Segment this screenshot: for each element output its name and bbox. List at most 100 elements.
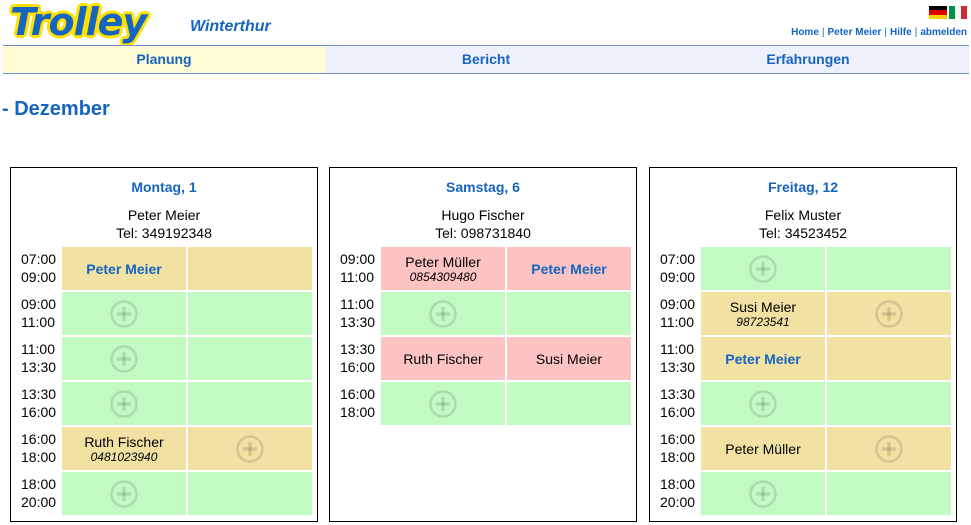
tab-bericht[interactable]: Bericht bbox=[325, 46, 647, 73]
leader-phone: Tel: 34523452 bbox=[759, 225, 847, 241]
participant-name: Ruth Fischer bbox=[84, 433, 164, 450]
month-title: - Dezember bbox=[2, 98, 110, 120]
add-booking-cell[interactable] bbox=[827, 427, 951, 470]
add-booking-cell[interactable] bbox=[381, 382, 505, 425]
slot-cell bbox=[188, 292, 312, 335]
slot-cell[interactable]: Peter Meier bbox=[507, 247, 631, 290]
slot-cell bbox=[507, 382, 631, 425]
time-slot: 09:00 11:00 bbox=[11, 292, 319, 335]
time-slot: 18:00 20:00 bbox=[11, 472, 319, 515]
german-flag-icon[interactable] bbox=[929, 6, 947, 19]
city-name: Winterthur bbox=[190, 18, 271, 35]
tab-planung[interactable]: Planung bbox=[3, 46, 325, 73]
time-slot: 11:00 13:30 bbox=[330, 292, 638, 335]
home-link[interactable]: Home bbox=[791, 27, 819, 38]
day-card: Freitag, 12 Felix Muster Tel: 34523452 07:0… bbox=[649, 167, 957, 522]
time-slot: 16:00 18:00 bbox=[330, 382, 638, 425]
add-circle-icon[interactable] bbox=[429, 389, 457, 418]
day-card: Montag, 1 Peter Meier Tel: 349192348 07:00 0… bbox=[10, 167, 318, 522]
day-title: Freitag, 12 bbox=[767, 179, 839, 195]
slot-cell bbox=[188, 382, 312, 425]
time-slot: 11:00 13:30 Peter Meier bbox=[650, 337, 958, 380]
add-booking-cell[interactable] bbox=[62, 292, 186, 335]
add-circle-icon[interactable] bbox=[749, 479, 777, 508]
leader-phone: Tel: 098731840 bbox=[435, 225, 531, 241]
time-slot: 13:30 16:00 Ruth Fischer Susi Meier bbox=[330, 337, 638, 380]
time-slot: 11:00 13:30 bbox=[11, 337, 319, 380]
participant-name: Ruth Fischer bbox=[403, 350, 483, 367]
add-circle-icon[interactable] bbox=[875, 434, 903, 463]
add-circle-icon[interactable] bbox=[110, 479, 138, 508]
participant-name-self[interactable]: Peter Meier bbox=[86, 261, 161, 277]
slot-cell bbox=[188, 337, 312, 380]
slot-cell bbox=[827, 247, 951, 290]
add-circle-icon[interactable] bbox=[749, 254, 777, 283]
shift-leader: Felix Muster Tel: 34523452 bbox=[650, 206, 956, 242]
time-slot: 16:00 18:00 Peter Müller bbox=[650, 427, 958, 470]
leader-name: Hugo Fischer bbox=[441, 207, 525, 223]
leader-name: Felix Muster bbox=[764, 207, 842, 223]
add-circle-icon[interactable] bbox=[429, 299, 457, 328]
slot-cell bbox=[507, 292, 631, 335]
participant-phone: 98723541 bbox=[736, 314, 790, 329]
slot-cell[interactable]: Peter Meier bbox=[701, 337, 825, 380]
add-booking-cell[interactable] bbox=[62, 382, 186, 425]
trolley-logo[interactable]: Trolley bbox=[10, 0, 147, 44]
time-slot: 13:30 16:00 bbox=[650, 382, 958, 425]
slot-cell bbox=[827, 472, 951, 515]
add-circle-icon[interactable] bbox=[110, 389, 138, 418]
participant-name-self[interactable]: Peter Meier bbox=[725, 351, 800, 367]
slot-cell[interactable]: Peter Müller 0854309480 bbox=[381, 247, 505, 290]
leader-name: Peter Meier bbox=[127, 207, 201, 223]
main-nav: Planung Bericht Erfahrungen bbox=[3, 45, 969, 74]
day-title: Montag, 1 bbox=[131, 179, 197, 195]
participant-name: Peter Müller bbox=[405, 253, 481, 270]
participant-name-self[interactable]: Peter Meier bbox=[531, 261, 606, 277]
slot-cell[interactable]: Peter Müller bbox=[701, 427, 825, 470]
user-profile-link[interactable]: Peter Meier bbox=[828, 27, 882, 38]
top-links: Home | Peter Meier | Hilfe | abmelden bbox=[791, 27, 967, 38]
add-booking-cell[interactable] bbox=[701, 247, 825, 290]
add-circle-icon[interactable] bbox=[110, 344, 138, 373]
add-circle-icon[interactable] bbox=[110, 299, 138, 328]
day-title: Samstag, 6 bbox=[446, 179, 520, 195]
shift-leader: Peter Meier Tel: 349192348 bbox=[11, 206, 317, 242]
add-booking-cell[interactable] bbox=[827, 292, 951, 335]
time-slot: 16:00 18:00 Ruth Fischer 0481023940 bbox=[11, 427, 319, 470]
add-booking-cell[interactable] bbox=[188, 427, 312, 470]
tab-erfahrungen[interactable]: Erfahrungen bbox=[647, 46, 969, 73]
participant-phone: 0481023940 bbox=[90, 449, 158, 464]
time-slot: 07:00 09:00 bbox=[650, 247, 958, 290]
logout-link[interactable]: abmelden bbox=[920, 27, 967, 38]
participant-name: Susi Meier bbox=[729, 298, 797, 315]
slot-cell bbox=[827, 337, 951, 380]
add-booking-cell[interactable] bbox=[701, 472, 825, 515]
add-booking-cell[interactable] bbox=[381, 292, 505, 335]
day-card: Samstag, 6 Hugo Fischer Tel: 098731840 09:0… bbox=[329, 167, 637, 522]
time-slot: 18:00 20:00 bbox=[650, 472, 958, 515]
shift-leader: Hugo Fischer Tel: 098731840 bbox=[330, 206, 636, 242]
slot-cell bbox=[188, 472, 312, 515]
slot-cell bbox=[188, 247, 312, 290]
add-booking-cell[interactable] bbox=[62, 337, 186, 380]
add-circle-icon[interactable] bbox=[236, 434, 264, 463]
add-booking-cell[interactable] bbox=[62, 472, 186, 515]
slot-cell[interactable]: Peter Meier bbox=[62, 247, 186, 290]
slot-cell[interactable]: Ruth Fischer bbox=[381, 337, 505, 380]
add-booking-cell[interactable] bbox=[701, 382, 825, 425]
add-circle-icon[interactable] bbox=[749, 389, 777, 418]
italian-flag-icon[interactable] bbox=[949, 6, 967, 19]
participant-phone: 0854309480 bbox=[409, 269, 477, 284]
time-slot: 09:00 11:00 Peter Müller 0854309480 Peter Me… bbox=[330, 247, 638, 290]
add-circle-icon[interactable] bbox=[875, 299, 903, 328]
participant-name: Susi Meier bbox=[535, 350, 603, 367]
slot-cell[interactable]: Susi Meier 98723541 bbox=[701, 292, 825, 335]
slot-cell[interactable]: Susi Meier bbox=[507, 337, 631, 380]
participant-name: Peter Müller bbox=[725, 440, 801, 457]
slot-cell bbox=[827, 382, 951, 425]
leader-phone: Tel: 349192348 bbox=[116, 225, 212, 241]
time-slot: 09:00 11:00 Susi Meier 98723541 bbox=[650, 292, 958, 335]
help-link[interactable]: Hilfe bbox=[890, 27, 912, 38]
slot-cell[interactable]: Ruth Fischer 0481023940 bbox=[62, 427, 186, 470]
time-slot: 13:30 16:00 bbox=[11, 382, 319, 425]
